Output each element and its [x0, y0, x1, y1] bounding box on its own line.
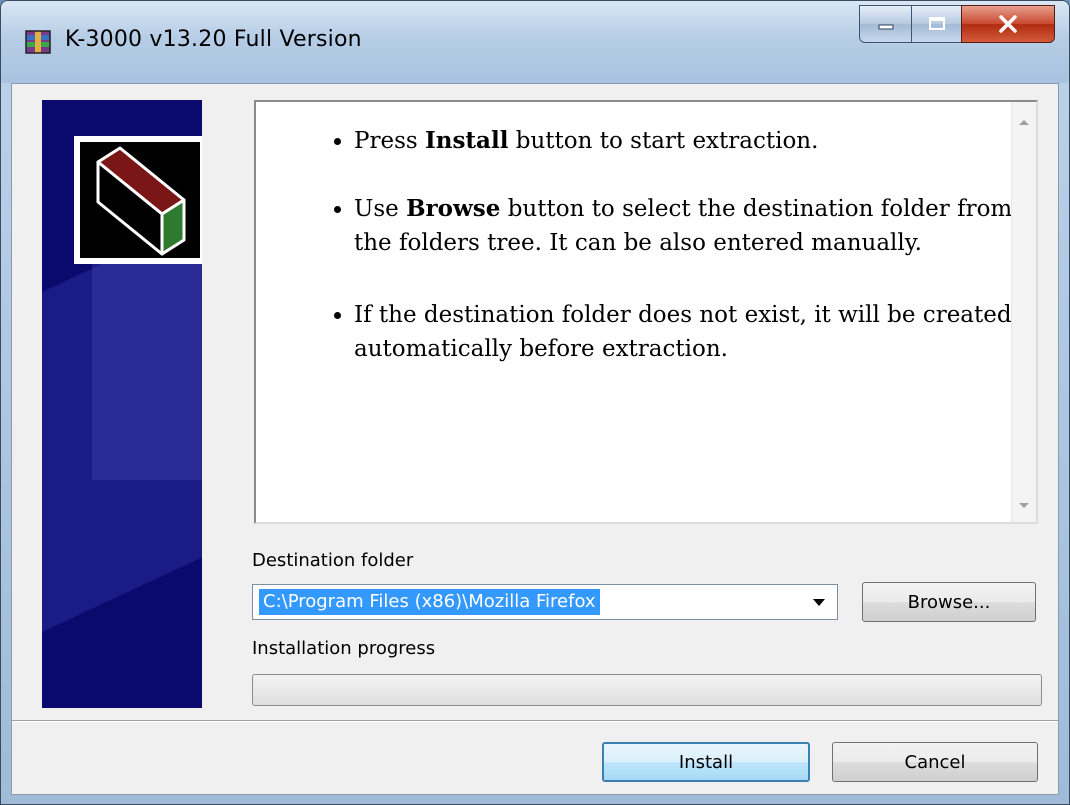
maximize-icon — [929, 17, 945, 30]
minimize-icon — [878, 24, 894, 30]
scroll-up-icon[interactable] — [1019, 120, 1029, 125]
instructions-panel: Press Install button to start extraction… — [254, 100, 1038, 524]
installation-progress-bar — [252, 674, 1042, 706]
instructions-list: Press Install button to start extraction… — [314, 124, 1034, 400]
install-button[interactable]: Install — [602, 742, 810, 782]
logo-frame — [74, 136, 202, 264]
title-bar[interactable]: K-3000 v13.20 Full Version — [1, 1, 1069, 83]
browse-button[interactable]: Browse... — [862, 582, 1036, 622]
progress-label: Installation progress — [252, 638, 436, 659]
window-title: K-3000 v13.20 Full Version — [65, 27, 362, 52]
list-item: Use Browse button to select the destinat… — [354, 192, 1034, 260]
destination-folder-combobox[interactable]: C:\Program Files (x86)\Mozilla Firefox — [252, 584, 838, 620]
list-item: If the destination folder does not exist… — [354, 298, 1034, 366]
destination-folder-input[interactable]: C:\Program Files (x86)\Mozilla Firefox — [259, 589, 600, 615]
maximize-button[interactable] — [911, 5, 963, 43]
winrar-archive-icon[interactable] — [23, 27, 53, 57]
close-button[interactable] — [961, 5, 1055, 43]
footer-divider — [12, 720, 1058, 722]
list-item: Press Install button to start extraction… — [354, 124, 1034, 158]
installer-window: K-3000 v13.20 Full Version • Press Insta… — [0, 0, 1070, 805]
dialog-client-area: Press Install button to start extraction… — [11, 83, 1059, 795]
close-icon — [999, 15, 1017, 33]
scroll-down-icon[interactable] — [1019, 503, 1029, 508]
sfx-box-logo-icon — [96, 146, 186, 256]
cancel-button[interactable]: Cancel — [832, 742, 1038, 782]
side-banner — [42, 100, 202, 708]
minimize-button[interactable] — [859, 5, 913, 43]
vertical-scrollbar[interactable] — [1011, 102, 1036, 522]
chevron-down-icon[interactable] — [813, 599, 825, 606]
destination-label: Destination folder — [252, 550, 414, 571]
